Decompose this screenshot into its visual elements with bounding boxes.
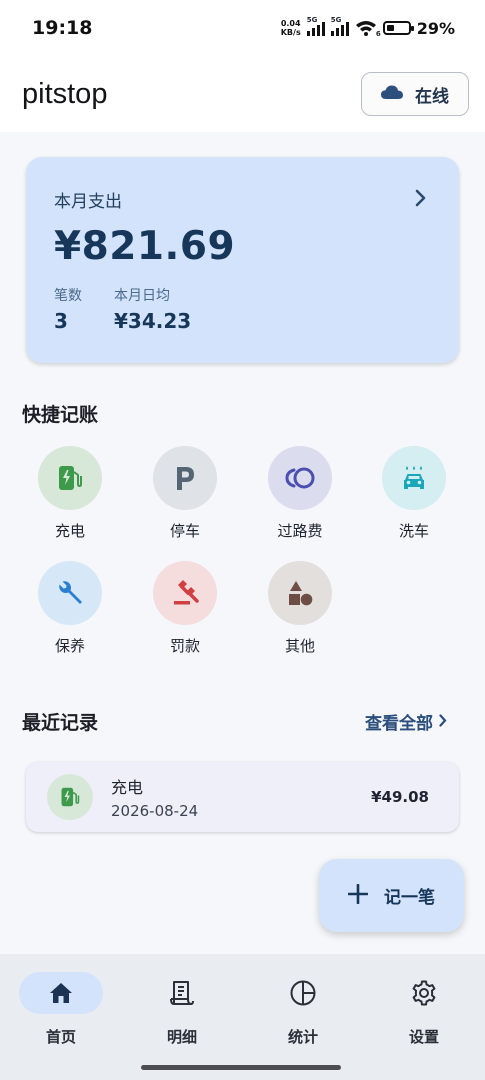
pie-chart-icon bbox=[261, 972, 345, 1014]
wrench-icon bbox=[38, 561, 102, 625]
quick-item-label: 停车 bbox=[169, 522, 200, 540]
nav-label: 首页 bbox=[45, 1028, 76, 1046]
view-all-label: 查看全部 bbox=[365, 714, 433, 734]
home-icon bbox=[19, 972, 103, 1014]
daily-average-label: 本月日均 bbox=[114, 288, 170, 304]
network-speed-value: 0.04 bbox=[280, 19, 301, 28]
daily-average-value: ¥34.23 bbox=[114, 309, 192, 333]
network-speed: 0.04 KB/s bbox=[281, 19, 301, 37]
status-bar: 19:18 0.04 KB/s 5G 5G 6 29% bbox=[0, 0, 485, 56]
shapes-icon bbox=[268, 561, 332, 625]
quick-item-car-wash[interactable]: 洗车 bbox=[364, 446, 464, 541]
count-value: 3 bbox=[54, 309, 68, 333]
nav-label: 统计 bbox=[287, 1028, 318, 1046]
monthly-summary-card[interactable]: 本月支出 ¥821.69 笔数 3 本月日均 ¥34.23 bbox=[26, 157, 459, 363]
quick-item-charging[interactable]: 充电 bbox=[20, 446, 120, 541]
toll-icon bbox=[268, 446, 332, 510]
nav-label: 设置 bbox=[408, 1028, 439, 1046]
app-header: pitstop 在线 bbox=[0, 56, 485, 132]
record-text: 充电 2026-08-24 bbox=[111, 774, 371, 820]
home-indicator[interactable] bbox=[141, 1065, 341, 1070]
nav-item-settings[interactable]: 设置 bbox=[374, 972, 474, 1047]
online-status-button[interactable]: 在线 bbox=[361, 72, 469, 116]
quick-item-other[interactable]: 其他 bbox=[250, 561, 350, 656]
network-speed-unit: KB/s bbox=[280, 28, 301, 37]
add-record-button[interactable]: 记一笔 bbox=[319, 859, 464, 932]
count-label: 笔数 bbox=[54, 288, 82, 304]
signal-label: 5G bbox=[330, 16, 342, 24]
wifi-icon: 6 bbox=[355, 20, 381, 38]
chevron-right-icon bbox=[439, 712, 447, 732]
wifi-badge: 6 bbox=[375, 30, 381, 38]
quick-item-label: 充电 bbox=[54, 522, 85, 540]
record-list-item[interactable]: 充电 2026-08-24 ¥49.08 bbox=[26, 762, 459, 832]
quick-item-maintenance[interactable]: 保养 bbox=[20, 561, 120, 656]
nav-item-statistics[interactable]: 统计 bbox=[253, 972, 353, 1047]
signal-icon: 5G bbox=[330, 16, 349, 36]
app-title: pitstop bbox=[22, 77, 108, 110]
chevron-right-icon bbox=[415, 189, 427, 211]
battery-percent: 29% bbox=[416, 18, 455, 38]
recent-records-title: 最近记录 bbox=[22, 712, 99, 734]
status-time: 19:18 bbox=[32, 17, 93, 39]
record-title: 充电 bbox=[111, 778, 144, 797]
quick-item-label: 保养 bbox=[54, 637, 85, 655]
quick-entry-title: 快捷记账 bbox=[22, 404, 99, 426]
gear-icon bbox=[382, 972, 466, 1014]
view-all-link[interactable]: 查看全部 bbox=[365, 709, 447, 734]
quick-item-fine[interactable]: 罚款 bbox=[135, 561, 235, 656]
daily-average-stat: 本月日均 ¥34.23 bbox=[114, 285, 191, 333]
nav-item-home[interactable]: 首页 bbox=[11, 972, 111, 1047]
cloud-icon bbox=[381, 85, 403, 104]
quick-item-parking[interactable]: 停车 bbox=[135, 446, 235, 541]
record-amount: ¥49.08 bbox=[371, 788, 429, 806]
ev-charging-icon bbox=[47, 774, 93, 820]
summary-label: 本月支出 bbox=[54, 192, 122, 212]
bottom-navigation: 首页 明细 统计 设置 bbox=[0, 954, 485, 1080]
add-record-label: 记一笔 bbox=[384, 888, 435, 908]
ev-charging-icon bbox=[38, 446, 102, 510]
battery-icon bbox=[382, 21, 414, 35]
quick-item-toll[interactable]: 过路费 bbox=[250, 446, 350, 541]
status-icons: 0.04 KB/s 5G 5G 6 29% bbox=[281, 16, 455, 38]
signal-label: 5G bbox=[306, 16, 318, 24]
count-stat: 笔数 3 bbox=[54, 285, 82, 333]
quick-item-label: 罚款 bbox=[169, 637, 200, 655]
quick-item-label: 过路费 bbox=[277, 522, 323, 540]
car-wash-icon bbox=[382, 446, 446, 510]
record-date: 2026-08-24 bbox=[111, 802, 199, 820]
parking-icon bbox=[153, 446, 217, 510]
nav-item-details[interactable]: 明细 bbox=[132, 972, 232, 1047]
online-label: 在线 bbox=[415, 86, 449, 107]
nav-label: 明细 bbox=[166, 1028, 197, 1046]
receipt-icon bbox=[140, 972, 224, 1014]
summary-amount: ¥821.69 bbox=[54, 224, 236, 269]
quick-item-label: 洗车 bbox=[398, 522, 429, 540]
gavel-icon bbox=[153, 561, 217, 625]
plus-icon bbox=[347, 883, 369, 908]
quick-item-label: 其他 bbox=[284, 637, 315, 655]
signal-icon: 5G bbox=[306, 16, 325, 36]
summary-stats: 笔数 3 本月日均 ¥34.23 bbox=[54, 285, 431, 333]
